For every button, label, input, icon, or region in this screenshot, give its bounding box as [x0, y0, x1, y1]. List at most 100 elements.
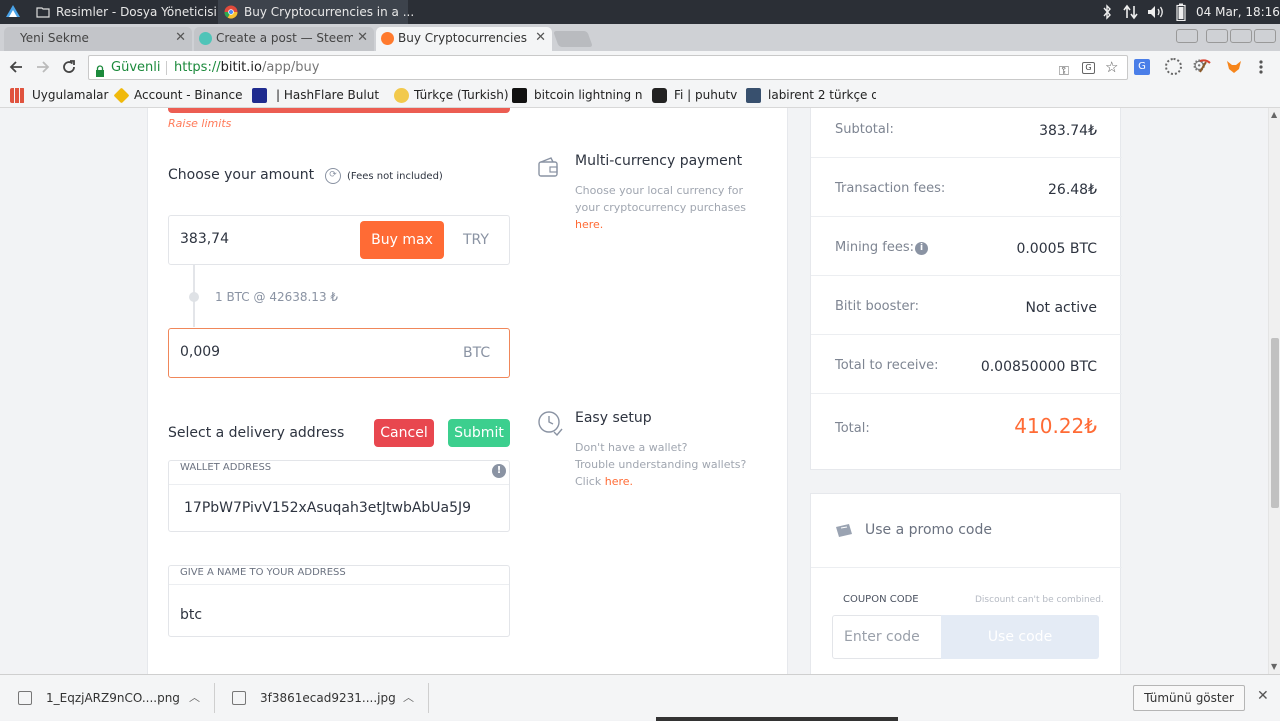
security-label: Güvenli [111, 60, 161, 75]
close-shelf-icon[interactable]: ✕ [1257, 688, 1269, 704]
bookmark-binance[interactable]: Account - Binance.c [114, 84, 242, 108]
horizontal-scroll-indicator [656, 717, 898, 721]
raise-limits-link[interactable]: Raise limits [168, 117, 231, 130]
exchange-rate: 1 BTC @ 42638.13 ₺ [215, 290, 339, 304]
chevron-up-icon[interactable]: ︿ [189, 675, 200, 721]
bookmark-turkish[interactable]: Türkçe (Turkish) [394, 84, 509, 108]
close-icon[interactable]: ✕ [175, 27, 186, 49]
coupon-code-input[interactable]: Enter code [832, 615, 942, 659]
chevron-up-icon[interactable]: ︿ [403, 675, 414, 721]
image-file-icon [232, 691, 246, 705]
minimize-button[interactable] [1206, 29, 1228, 43]
limit-bar [168, 108, 510, 113]
bookmark-star-icon[interactable]: ☆ [1105, 56, 1118, 79]
bookmark-medium[interactable]: bitcoin lightning ne [512, 84, 642, 108]
delivery-title: Select a delivery address [168, 425, 345, 441]
clock-text[interactable]: 04 Mar, 18:16 [1196, 0, 1280, 24]
app-menu-icon[interactable] [4, 3, 22, 21]
bookmark-label: Fi | puhutv [674, 88, 738, 102]
bluetooth-icon[interactable] [1101, 4, 1113, 20]
cancel-button[interactable]: Cancel [374, 419, 434, 447]
summary-label: Bitit booster: [835, 299, 919, 314]
profile-icon[interactable] [1176, 29, 1198, 43]
info-icon[interactable]: ! [492, 464, 506, 478]
tab-label: Create a post — Steem [216, 31, 356, 45]
scroll-up-arrow-icon[interactable]: ▲ [1271, 110, 1277, 119]
extension-pickaxe-icon[interactable] [1197, 58, 1213, 74]
submit-button[interactable]: Submit [448, 419, 510, 447]
address-bar[interactable]: Güvenli https://bitit.io/app/buy ⚿ G ☆ [88, 55, 1128, 80]
fiat-currency: TRY [463, 232, 489, 248]
apps-grid-icon [10, 88, 25, 103]
coupon-code-label: COUPON CODE [843, 594, 919, 605]
maximize-button[interactable] [1230, 29, 1252, 43]
translate-icon[interactable]: G [1082, 62, 1095, 74]
taskbar-item-file-manager[interactable]: Resimler - Dosya Yöneticisi [30, 0, 217, 24]
amount-title: Choose your amount [168, 167, 315, 183]
forward-icon[interactable] [35, 59, 51, 75]
page-scrollbar[interactable]: ▲ ▼ [1268, 108, 1280, 674]
bookmark-hashflare[interactable]: | HashFlare Bulut K [252, 84, 380, 108]
url-divider [166, 61, 167, 75]
back-icon[interactable] [8, 59, 24, 75]
key-icon[interactable]: ⚿ [1059, 60, 1069, 83]
bookmark-label: bitcoin lightning ne [534, 88, 642, 102]
bookmark-label: Account - Binance.c [134, 88, 242, 102]
order-summary-card: Subtotal: 383.74₺ Transaction fees: 26.4… [810, 108, 1122, 470]
volume-icon[interactable] [1146, 4, 1166, 20]
summary-value: 0.0005 BTC [1016, 241, 1097, 257]
taskbar-item-browser[interactable]: Buy Cryptocurrencies in a ... [218, 0, 414, 24]
mining-info-icon[interactable]: i [915, 242, 928, 255]
address-name-field[interactable]: GIVE A NAME TO YOUR ADDRESS btc [168, 565, 510, 637]
reload-icon[interactable] [61, 59, 77, 75]
fiat-amount-input[interactable]: 383,74 Buy max TRY [168, 215, 510, 265]
summary-value: 383.74₺ [1039, 123, 1097, 139]
feature-text: Trouble understanding wallets? [575, 458, 747, 471]
bookmark-apps[interactable]: Uygulamalar [10, 84, 108, 108]
fee-info-icon[interactable]: ⟳ [325, 168, 341, 184]
buy-max-button[interactable]: Buy max [360, 221, 444, 259]
promo-header[interactable]: Use a promo code [811, 494, 1122, 568]
bookmark-labirent[interactable]: labirent 2 türkçe du [746, 84, 876, 108]
scroll-down-arrow-icon[interactable]: ▼ [1271, 662, 1277, 671]
chrome-icon [224, 5, 238, 19]
close-icon[interactable]: ✕ [353, 27, 368, 49]
taskbar-item-label: Buy Cryptocurrencies in a ... [244, 5, 415, 19]
download-shelf: 1_EqzjARZ9nCO....png ︿ 3f3861ecad9231...… [0, 674, 1280, 721]
translate-extension-icon[interactable]: G [1134, 59, 1150, 75]
new-tab-button[interactable] [553, 31, 593, 47]
download-item[interactable]: 3f3861ecad9231....jpg ︿ [214, 675, 414, 721]
extension-fox-icon[interactable] [1226, 59, 1242, 73]
wallet-address-field[interactable]: WALLET ADDRESS ! 17PbW7PivV152xAsuqah3et… [168, 460, 510, 532]
bookmark-label: | HashFlare Bulut K [276, 88, 380, 102]
show-all-downloads-button[interactable]: Tümünü göster [1133, 685, 1245, 711]
download-divider [428, 683, 429, 713]
close-window-button[interactable] [1254, 29, 1276, 43]
extension-gear-icon[interactable] [1165, 58, 1182, 75]
download-item[interactable]: 1_EqzjARZ9nCO....png ︿ [0, 675, 200, 721]
summary-row-transaction-fees: Transaction fees: 26.48₺ [811, 158, 1122, 217]
summary-label: Total to receive: [835, 358, 939, 373]
tab-new-tab[interactable]: Yeni Sekme ✕ [4, 27, 192, 51]
close-icon[interactable]: ✕ [531, 27, 546, 49]
summary-label: Mining fees: [835, 240, 915, 255]
use-code-button[interactable]: Use code [941, 615, 1099, 659]
tab-bitit[interactable]: Buy Cryptocurrencies ✕ [376, 27, 552, 51]
download-filename: 1_EqzjARZ9nCO....png [46, 691, 180, 705]
address-name-value: btc [180, 607, 203, 623]
browser-menu-icon[interactable] [1258, 59, 1264, 75]
puhutv-icon [652, 88, 667, 103]
wallet-help-text: Click here. [575, 475, 633, 488]
crypto-amount-input[interactable]: 0,009 BTC [168, 328, 510, 378]
currency-here-link[interactable]: here. [575, 218, 603, 231]
battery-icon[interactable] [1176, 3, 1186, 22]
network-icon[interactable] [1122, 4, 1140, 20]
wallet-here-link[interactable]: here. [605, 475, 633, 488]
tab-steemit[interactable]: Create a post — Steem ✕ [194, 27, 374, 51]
buy-form-card: Raise limits Choose your amount ⟳ (Fees … [147, 108, 788, 674]
summary-row-total-receive: Total to receive: 0.00850000 BTC [811, 335, 1122, 394]
bookmarks-bar: Uygulamalar Account - Binance.c | HashFl… [0, 84, 1280, 108]
scroll-thumb[interactable] [1271, 338, 1279, 508]
browser-tab-strip: Yeni Sekme ✕ Create a post — Steem ✕ Buy… [0, 24, 1280, 51]
bookmark-puhutv[interactable]: Fi | puhutv [652, 84, 737, 108]
